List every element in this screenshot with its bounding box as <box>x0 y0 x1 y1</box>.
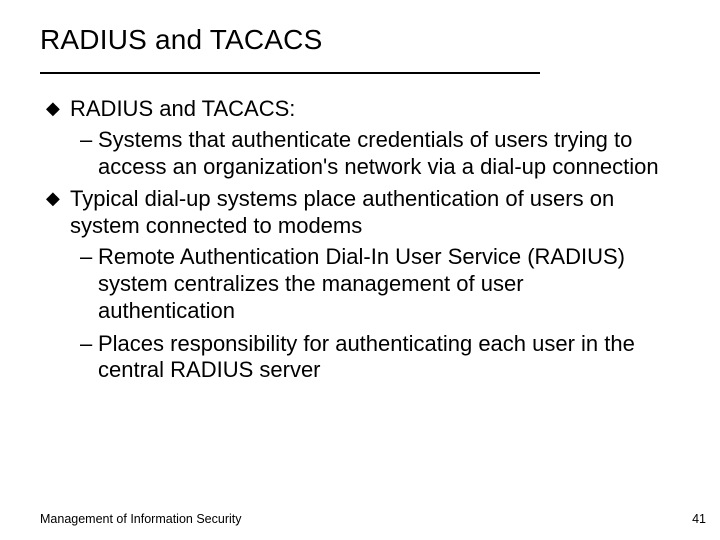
sub-bullet-item: – Systems that authenticate credentials … <box>46 127 666 181</box>
slide-body: ◆ RADIUS and TACACS: – Systems that auth… <box>46 96 666 390</box>
dash-bullet-icon: – <box>80 331 92 358</box>
bullet-text: RADIUS and TACACS: <box>70 96 295 121</box>
bullet-item: ◆ Typical dial-up systems place authenti… <box>46 186 666 240</box>
sub-bullet-text: Places responsibility for authenticating… <box>98 331 635 383</box>
diamond-bullet-icon: ◆ <box>46 98 60 120</box>
slide: RADIUS and TACACS ◆ RADIUS and TACACS: –… <box>0 0 720 540</box>
footer-text: Management of Information Security <box>40 512 242 526</box>
dash-bullet-icon: – <box>80 244 92 271</box>
sub-bullet-text: Systems that authenticate credentials of… <box>98 127 659 179</box>
sub-bullet-text: Remote Authentication Dial-In User Servi… <box>98 244 625 323</box>
sub-bullet-item: – Places responsibility for authenticati… <box>46 331 666 385</box>
page-number: 41 <box>692 512 706 526</box>
dash-bullet-icon: – <box>80 127 92 154</box>
bullet-text: Typical dial-up systems place authentica… <box>70 186 614 238</box>
title-underline <box>40 72 540 74</box>
bullet-item: ◆ RADIUS and TACACS: <box>46 96 666 123</box>
diamond-bullet-icon: ◆ <box>46 188 60 210</box>
sub-bullet-item: – Remote Authentication Dial-In User Ser… <box>46 244 666 324</box>
slide-title: RADIUS and TACACS <box>40 24 322 56</box>
